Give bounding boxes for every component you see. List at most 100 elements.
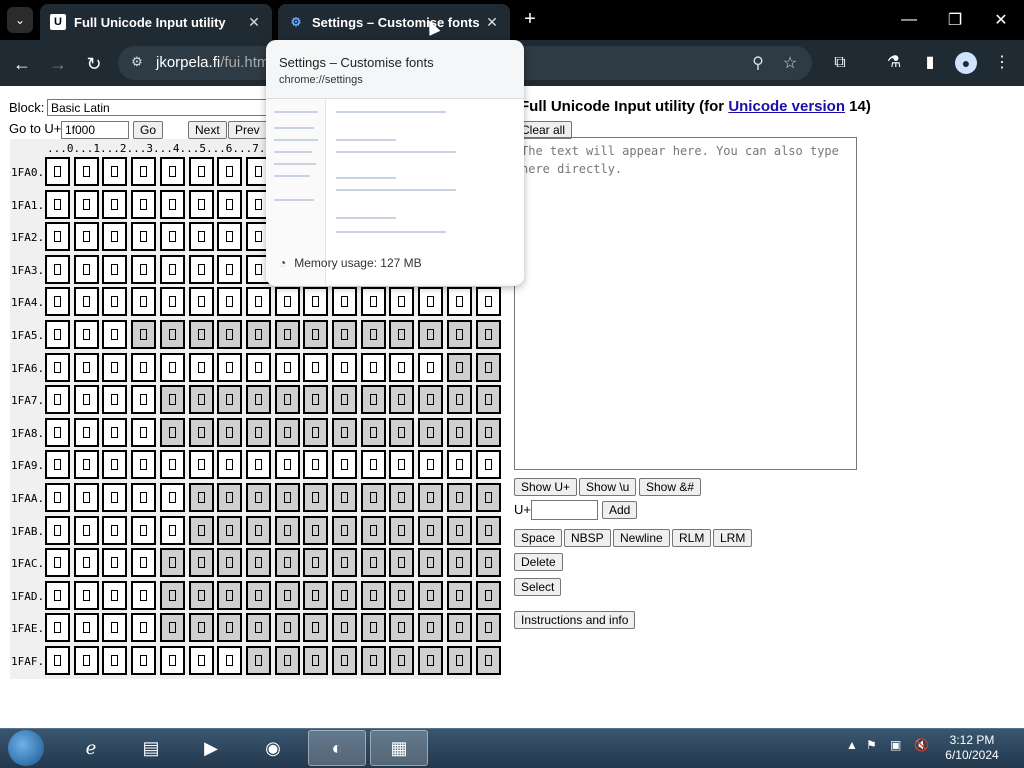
character-cell[interactable]: [131, 222, 157, 252]
character-cell[interactable]: [389, 320, 415, 349]
character-cell[interactable]: [217, 450, 243, 480]
character-cell[interactable]: [389, 450, 415, 480]
goto-input[interactable]: [61, 121, 129, 139]
character-cell[interactable]: [303, 646, 329, 675]
character-cell[interactable]: [131, 320, 157, 349]
character-cell[interactable]: [332, 515, 357, 545]
character-cell[interactable]: [332, 385, 357, 415]
character-cell[interactable]: [45, 189, 70, 219]
character-cell[interactable]: [131, 548, 157, 578]
character-cell[interactable]: [45, 254, 70, 284]
character-cell[interactable]: [245, 352, 271, 382]
character-cell[interactable]: [303, 483, 329, 512]
character-cell[interactable]: [159, 646, 185, 675]
character-cell[interactable]: [131, 613, 157, 643]
character-cell[interactable]: [303, 580, 329, 610]
character-cell[interactable]: [332, 320, 357, 349]
character-cell[interactable]: [332, 548, 357, 578]
new-tab-button[interactable]: +: [518, 8, 542, 32]
character-cell[interactable]: [332, 483, 357, 512]
character-cell[interactable]: [245, 385, 271, 415]
character-cell[interactable]: [159, 515, 185, 545]
character-cell[interactable]: [102, 254, 128, 284]
character-cell[interactable]: [45, 320, 70, 349]
nbsp-button[interactable]: NBSP: [564, 529, 611, 547]
go-button[interactable]: Go: [133, 121, 164, 139]
character-cell[interactable]: [274, 646, 300, 675]
character-cell[interactable]: [389, 580, 415, 610]
character-cell[interactable]: [102, 417, 128, 447]
character-cell[interactable]: [274, 548, 300, 578]
unicode-version-link[interactable]: Unicode version: [728, 98, 845, 115]
character-cell[interactable]: [389, 515, 415, 545]
character-cell[interactable]: [73, 222, 99, 252]
character-cell[interactable]: [159, 450, 185, 480]
character-cell[interactable]: [188, 548, 214, 578]
character-cell[interactable]: [274, 320, 300, 349]
character-cell[interactable]: [217, 222, 243, 252]
character-cell[interactable]: [188, 352, 214, 382]
character-cell[interactable]: [475, 352, 501, 382]
character-cell[interactable]: [73, 287, 99, 317]
character-cell[interactable]: [389, 352, 415, 382]
menu-kebab-icon[interactable]: ⋮: [990, 52, 1014, 76]
character-cell[interactable]: [73, 515, 99, 545]
character-cell[interactable]: [217, 483, 243, 512]
start-button-icon[interactable]: [8, 730, 44, 766]
character-cell[interactable]: [73, 254, 99, 284]
character-cell[interactable]: [475, 483, 501, 512]
add-button[interactable]: Add: [602, 501, 638, 519]
reload-icon[interactable]: ↻: [80, 50, 108, 78]
action-center-flag-icon[interactable]: ⚑: [866, 738, 877, 752]
character-cell[interactable]: [245, 450, 271, 480]
character-cell[interactable]: [45, 157, 70, 186]
character-cell[interactable]: [418, 287, 444, 317]
character-cell[interactable]: [217, 287, 243, 317]
character-cell[interactable]: [188, 189, 214, 219]
character-cell[interactable]: [446, 548, 472, 578]
character-cell[interactable]: [360, 352, 386, 382]
character-cell[interactable]: [360, 515, 386, 545]
character-cell[interactable]: [389, 646, 415, 675]
tab-search-icon[interactable]: ⌄: [7, 7, 33, 33]
character-cell[interactable]: [245, 646, 271, 675]
character-cell[interactable]: [131, 450, 157, 480]
character-cell[interactable]: [303, 450, 329, 480]
next-button[interactable]: Next: [188, 121, 227, 139]
character-cell[interactable]: [245, 580, 271, 610]
character-cell[interactable]: [418, 515, 444, 545]
character-cell[interactable]: [102, 287, 128, 317]
character-cell[interactable]: [159, 613, 185, 643]
character-cell[interactable]: [446, 385, 472, 415]
character-cell[interactable]: [45, 352, 70, 382]
restore-icon[interactable]: ❐: [932, 0, 978, 40]
internet-explorer-icon[interactable]: ℯ: [62, 730, 120, 766]
character-cell[interactable]: [217, 320, 243, 349]
character-cell[interactable]: [360, 646, 386, 675]
character-cell[interactable]: [360, 450, 386, 480]
task-manager-icon[interactable]: ▦: [370, 730, 428, 766]
character-cell[interactable]: [73, 157, 99, 186]
character-cell[interactable]: [446, 483, 472, 512]
network-icon[interactable]: ▣: [890, 738, 901, 752]
character-cell[interactable]: [274, 515, 300, 545]
character-cell[interactable]: [389, 613, 415, 643]
character-cell[interactable]: [217, 515, 243, 545]
character-cell[interactable]: [188, 580, 214, 610]
code-input[interactable]: [531, 500, 598, 520]
character-cell[interactable]: [475, 450, 501, 480]
character-cell[interactable]: [418, 613, 444, 643]
character-cell[interactable]: [159, 417, 185, 447]
character-cell[interactable]: [159, 352, 185, 382]
character-cell[interactable]: [159, 580, 185, 610]
character-cell[interactable]: [102, 222, 128, 252]
character-cell[interactable]: [389, 417, 415, 447]
character-cell[interactable]: [245, 548, 271, 578]
character-cell[interactable]: [188, 254, 214, 284]
character-cell[interactable]: [332, 646, 357, 675]
character-cell[interactable]: [73, 385, 99, 415]
character-cell[interactable]: [45, 417, 70, 447]
character-cell[interactable]: [360, 320, 386, 349]
character-cell[interactable]: [188, 483, 214, 512]
character-cell[interactable]: [217, 254, 243, 284]
